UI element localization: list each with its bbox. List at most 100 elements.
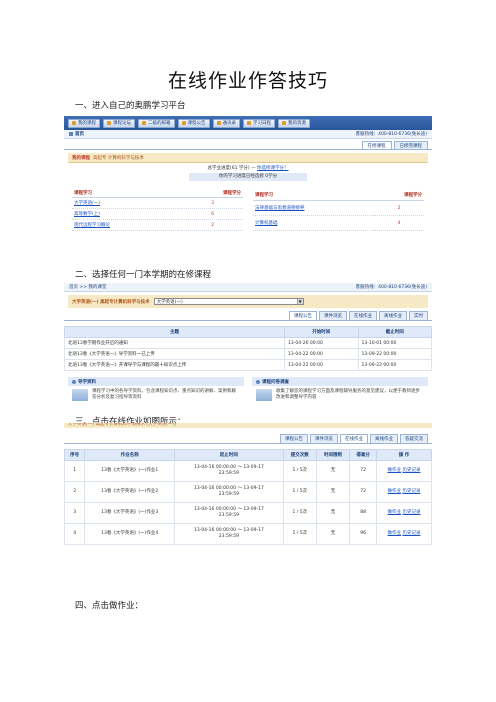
- hotline: 客服热线：400-810-6736(免长途): [355, 285, 427, 290]
- course-table-left: 课程学习 课程学分 大学英语(一) 3 高等数学(上) 6 现代远程学习概论 2: [72, 189, 243, 231]
- progress-sub: 你的学习进度已经选修 0学分: [188, 173, 308, 181]
- course-link[interactable]: 高等数学(上): [72, 208, 183, 220]
- course-link[interactable]: 计算机基础: [253, 215, 375, 231]
- tab-courseware[interactable]: 课件浏览: [310, 434, 338, 443]
- screenshot-online-homework: 大学英语(一) 高起专计算机科学与技术 [大学英语(一)] 课程公告 课件浏览 …: [64, 423, 432, 583]
- screenshot-course-page: 首页 >> 我的课堂 客服热线：400-810-6736(免长途) 大学英语(一…: [64, 283, 432, 409]
- panel-text: 收集了解您的课程学习方面及课程辅导服务的意见建议，以便于教师逐步改进和调整导学内…: [276, 389, 420, 400]
- nav-contacts[interactable]: 通讯录: [212, 118, 240, 128]
- time-end: 23:59:59: [218, 492, 240, 497]
- do-homework-link[interactable]: 做作业: [388, 468, 402, 473]
- credit-value: 3: [182, 197, 243, 209]
- course-function-tabs: 课程公告 课件浏览 在线作业 离线作业 实时: [64, 311, 432, 321]
- nav-my-courses[interactable]: 我的课程: [68, 118, 100, 128]
- contacts-icon: [216, 121, 221, 125]
- my-course-bar: 我的课程 高起专 计算机科学与技术: [68, 153, 428, 163]
- time-limit: 无: [315, 502, 351, 524]
- nav-forum[interactable]: 课程论坛: [103, 118, 135, 128]
- table-row: 现代远程学习概论 2: [72, 219, 243, 231]
- breadcrumb: 首页 客服热线：400-810-6736(免长途): [64, 130, 432, 139]
- col-course: 课程学习: [253, 189, 375, 202]
- tab-online-homework[interactable]: 在线作业: [340, 434, 368, 443]
- mail-icon: [142, 121, 146, 125]
- homework-name: 13春《大学英语》(一)作业3: [84, 502, 176, 524]
- course-table-right: 课程学习 课程学分 法律基础与思想道德修养 2 计算机基础 4: [253, 189, 424, 231]
- table-row: 高等数学(上) 6: [72, 208, 243, 220]
- tab-qa[interactable]: 答疑交流: [400, 434, 428, 443]
- table-row[interactable]: 北语13春《大学英语一》开课导学与课程的最十知识点上传 13-04-22 00:0…: [64, 359, 432, 371]
- table-row: 法律基础与思想道德修养 2: [253, 200, 424, 217]
- history-link[interactable]: 历史记录: [402, 510, 420, 515]
- row-no: 4: [64, 523, 86, 545]
- tab-offline-homework[interactable]: 离线作业: [379, 311, 407, 320]
- survey-panel: 课程问卷调查 收集了解您的课程学习方面及课程辅导服务的意见建议，以便于教师逐步改…: [252, 377, 428, 404]
- tab-announcement[interactable]: 课程公告: [280, 434, 308, 443]
- announcement-icon: [181, 121, 186, 125]
- col-limit: 时间限制: [315, 449, 351, 461]
- my-course-major: 高起专 计算机科学与技术: [93, 155, 144, 161]
- panel-title[interactable]: 课程问卷调查: [262, 379, 289, 385]
- course-link[interactable]: 大学英语(一): [72, 197, 183, 209]
- col-name: 作业名称: [84, 449, 176, 461]
- nav-resources[interactable]: 我的资源: [278, 118, 310, 128]
- row-no: 2: [64, 481, 86, 503]
- homework-name: 13春《大学英语》(一)作业1: [84, 460, 176, 482]
- panel-title[interactable]: 导学资料: [78, 379, 96, 385]
- col-course: 课程学习: [72, 189, 183, 198]
- history-link[interactable]: 历史记录: [402, 531, 420, 536]
- table-row[interactable]: 北语13春学期作业开启的通知 13-04-26 00:00 13-10-01 00:…: [64, 337, 432, 349]
- high-score: 96: [349, 523, 377, 545]
- history-link[interactable]: 历史记录: [402, 468, 420, 473]
- do-homework-link[interactable]: 做作业: [388, 489, 402, 494]
- col-time: 起止时间: [174, 449, 284, 461]
- breadcrumb-home[interactable]: 首页: [75, 131, 84, 137]
- tab-realtime[interactable]: 实时: [409, 311, 428, 320]
- tab-offline-homework[interactable]: 离线作业: [370, 434, 398, 443]
- table-row[interactable]: 北语13春《大学英语一》导学资料一已上传 13-04-22 00:00 13-09-…: [64, 348, 432, 360]
- history-link[interactable]: 历史记录: [402, 489, 420, 494]
- calendar-icon: [247, 121, 251, 125]
- course-bar-clipped: 大学英语(一) 高起专计算机科学与技术 [大学英语(一)]: [64, 423, 432, 428]
- table-row: 3 13春《大学英语》(一)作业3 13-04-16 00:00:00 ～ 13…: [64, 502, 432, 524]
- course-link[interactable]: 现代远程学习概论: [72, 219, 183, 231]
- forum-icon: [107, 121, 111, 125]
- start-time: 13-04-22 00:00: [284, 348, 359, 360]
- time-limit: 无: [315, 460, 351, 482]
- tab-current-courses[interactable]: 在修课程: [361, 141, 392, 149]
- page-title: 在线作业作答技巧: [167, 70, 328, 92]
- col-topic: 主题: [64, 326, 286, 338]
- nav-announcement[interactable]: 课程公告: [177, 118, 210, 128]
- col-count: 提交次数: [282, 449, 317, 461]
- breadcrumb-path: 首页 >> 我的课堂: [69, 285, 107, 290]
- tab-completed-courses[interactable]: 已修完课程: [393, 141, 428, 149]
- row-no: 1: [64, 460, 86, 482]
- homework-table: 序号 作业名称 起止时间 提交次数 时间限制 得高分 操 作 1 13春《大学英…: [64, 449, 432, 545]
- col-end: 截止时间: [357, 326, 432, 338]
- nav-mailbox[interactable]: 二级的邮箱: [138, 118, 175, 128]
- time-end: 23:59:59: [218, 471, 240, 476]
- nav-schedule[interactable]: 学习日程: [243, 118, 275, 128]
- row-actions: 做作业 历史记录: [375, 502, 432, 524]
- tab-announcement[interactable]: 课程公告: [289, 311, 317, 320]
- announcement-table: 主题 开始时间 截止时间 北语13春学期作业开启的通知 13-04-26 00:00 1…: [64, 326, 432, 371]
- table-row: 大学英语(一) 3: [72, 197, 243, 209]
- col-no: 序号: [64, 449, 86, 461]
- course-select[interactable]: 大学英语(一) ▼: [153, 298, 304, 305]
- tab-online-homework[interactable]: 在线作业: [349, 311, 377, 320]
- chevron-down-icon: ▼: [296, 299, 303, 304]
- col-credit: 课程学分: [182, 189, 243, 198]
- table-row: 1 13春《大学英语》(一)作业1 13-04-16 00:00:00 ～ 13…: [64, 460, 432, 482]
- start-time: 13-04-26 00:00: [284, 337, 359, 349]
- course-icon: [72, 121, 76, 125]
- elective-link[interactable]: 你选修课学分！: [257, 166, 289, 171]
- do-homework-link[interactable]: 做作业: [388, 531, 402, 536]
- step-4: 四、点击做作业：: [75, 601, 144, 611]
- material-thumbnail: [72, 389, 88, 401]
- end-time: 13-09-22 00:00: [357, 359, 432, 371]
- course-link[interactable]: 法律基础与思想道德修养: [253, 200, 375, 217]
- do-homework-link[interactable]: 做作业: [388, 510, 402, 515]
- course-label: 大学英语(一) 高起专计算机科学与技术: [72, 299, 150, 305]
- screenshot-platform-home: 我的课程 课程论坛 二级的邮箱 课程公告 通讯录 学习日程 我的资源 首页 客服…: [64, 116, 432, 248]
- tab-courseware[interactable]: 课件浏览: [319, 311, 347, 320]
- step-1: 一、进入自己的奥鹏学习平台: [75, 101, 186, 111]
